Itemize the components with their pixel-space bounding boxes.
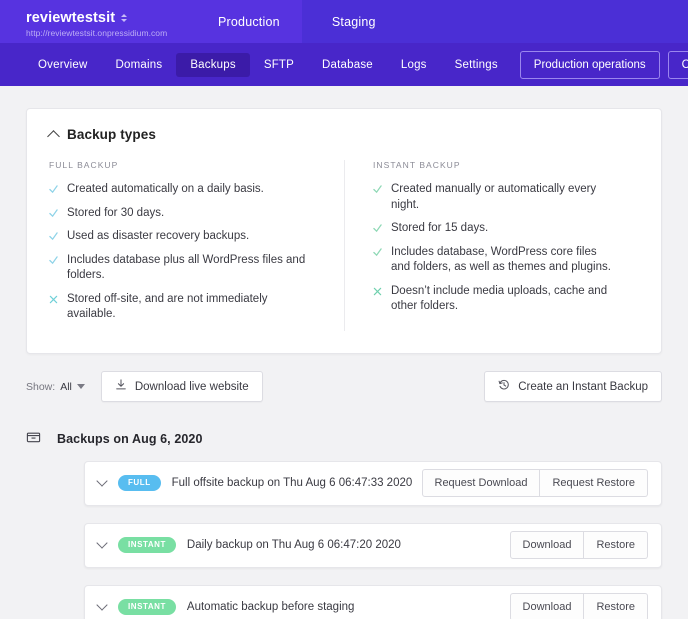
list-item: Includes database plus all WordPress fil… — [49, 253, 318, 284]
list-item: Includes database, WordPress core files … — [373, 245, 613, 276]
instant-backup-heading: INSTANT BACKUP — [373, 160, 461, 170]
list-item-label: Stored for 30 days. — [67, 206, 165, 219]
table-row[interactable]: FULL Full offsite backup on Thu Aug 6 06… — [84, 460, 662, 506]
list-item: Used as disaster recovery backups. — [49, 229, 318, 245]
list-item-label: Created automatically on a daily basis. — [67, 183, 264, 195]
instant-backup-list: Created manually or automatically every … — [373, 182, 613, 315]
page-title: Backup types — [67, 127, 156, 142]
list-item: Doesn’t include media uploads, cache and… — [373, 284, 613, 315]
row-actions: Download Restore — [509, 593, 648, 619]
production-operations-button[interactable]: Production operations — [519, 50, 660, 79]
check-icon — [49, 255, 58, 284]
row-actions: Request Download Request Restore — [421, 469, 648, 497]
site-url: http://reviewtestsit.onpressidium.com — [26, 28, 168, 38]
create-instant-backup-button[interactable]: Create an Instant Backup — [484, 371, 662, 402]
create-instant-backup-label: Create an Instant Backup — [518, 380, 648, 393]
site-name-row: reviewtestsit — [26, 10, 196, 26]
top-header: reviewtestsit http://reviewtestsit.onpre… — [0, 0, 688, 43]
status-badge: INSTANT — [118, 599, 176, 615]
list-item-label: Includes database plus all WordPress fil… — [67, 253, 306, 282]
list-item-label: Doesn’t include media uploads, cache and… — [391, 284, 608, 313]
nav-item-sftp[interactable]: SFTP — [250, 53, 308, 77]
site-name: reviewtestsit — [26, 10, 116, 26]
toolbar-right: Create an Instant Backup — [484, 371, 662, 402]
nav-item-logs[interactable]: Logs — [387, 53, 441, 77]
check-icon — [49, 232, 58, 245]
site-switcher[interactable]: reviewtestsit http://reviewtestsit.onpre… — [0, 0, 196, 43]
download-button[interactable]: Download — [509, 593, 585, 619]
check-icon — [373, 247, 382, 276]
row-actions: Download Restore — [509, 531, 648, 559]
table-row[interactable]: INSTANT Automatic backup before staging … — [84, 584, 662, 619]
cross-icon — [373, 287, 382, 315]
list-item: Created automatically on a daily basis. — [49, 182, 318, 198]
list-item-label: Stored for 15 days. — [391, 222, 489, 234]
nav-item-backups[interactable]: Backups — [176, 52, 250, 77]
backups-toolbar: Show: All Download live website Create a… — [26, 371, 662, 402]
backup-rows-aug-6: FULL Full offsite backup on Thu Aug 6 06… — [26, 460, 662, 619]
request-restore-button[interactable]: Request Restore — [540, 469, 648, 497]
history-clock-icon — [498, 379, 510, 394]
list-item: Stored off-site, and are not immediately… — [49, 292, 318, 323]
cross-icon — [49, 295, 58, 323]
show-filter-label: Show: — [26, 380, 56, 393]
instant-backup-column: INSTANT BACKUP Created manually or autom… — [344, 160, 639, 331]
full-backup-heading: FULL BACKUP — [49, 160, 119, 170]
download-icon — [115, 379, 127, 394]
list-item-label: Used as disaster recovery backups. — [67, 230, 250, 242]
env-tab-staging[interactable]: Staging — [302, 0, 406, 43]
download-live-website-label: Download live website — [134, 380, 249, 393]
backup-description: Full offsite backup on Thu Aug 6 06:47:3… — [171, 477, 413, 489]
request-download-button[interactable]: Request Download — [421, 469, 541, 497]
chevron-down-icon[interactable] — [96, 537, 108, 549]
table-row[interactable]: INSTANT Daily backup on Thu Aug 6 06:47:… — [84, 522, 662, 568]
status-badge: FULL — [118, 475, 161, 491]
archive-box-icon — [26, 429, 41, 449]
backup-description: Daily backup on Thu Aug 6 06:47:20 2020 — [186, 539, 401, 551]
restore-button[interactable]: Restore — [584, 593, 648, 619]
check-icon — [49, 185, 58, 198]
up-down-chevron-icon[interactable] — [121, 14, 128, 22]
toolbar-left: Show: All Download live website — [26, 371, 263, 402]
backup-group-header: Backups on Aug 6, 2020 — [26, 429, 662, 449]
restore-button[interactable]: Restore — [584, 531, 648, 559]
nav-item-overview[interactable]: Overview — [24, 53, 102, 77]
cloning-tool-button[interactable]: Cloning Tool — [667, 50, 688, 79]
list-item: Created manually or automatically every … — [373, 182, 613, 213]
check-icon — [49, 208, 58, 222]
caret-down-icon[interactable] — [76, 384, 85, 389]
show-filter-value[interactable]: All — [60, 381, 72, 393]
backup-types-columns: FULL BACKUP Created automatically on a d… — [49, 160, 639, 331]
nav-item-settings[interactable]: Settings — [441, 53, 512, 77]
list-item-label: Stored off-site, and are not immediately… — [67, 292, 268, 321]
backup-types-panel: Backup types FULL BACKUP Created automat… — [26, 108, 662, 354]
backup-description: Automatic backup before staging — [186, 601, 355, 613]
backup-group-date: Backups on Aug 6, 2020 — [57, 431, 203, 446]
full-backup-column: FULL BACKUP Created automatically on a d… — [49, 160, 344, 331]
chevron-up-icon[interactable] — [47, 129, 60, 143]
main-navigation: Overview Domains Backups SFTP Database L… — [0, 43, 688, 86]
chevron-down-icon[interactable] — [96, 475, 108, 487]
page-content: Backup types FULL BACKUP Created automat… — [0, 86, 688, 619]
nav-item-domains[interactable]: Domains — [102, 53, 177, 77]
full-backup-list: Created automatically on a daily basis. … — [49, 182, 318, 323]
chevron-down-icon[interactable] — [96, 599, 108, 611]
nav-item-database[interactable]: Database — [308, 53, 387, 77]
list-item: Stored for 30 days. — [49, 206, 318, 222]
env-tab-production[interactable]: Production — [196, 0, 302, 43]
check-icon — [373, 224, 382, 237]
backup-types-header[interactable]: Backup types — [47, 127, 639, 143]
list-item-label: Includes database, WordPress core files … — [391, 245, 611, 274]
list-item-label: Created manually or automatically every … — [391, 183, 597, 211]
download-button[interactable]: Download — [509, 531, 585, 559]
list-item: Stored for 15 days. — [373, 221, 613, 237]
check-icon — [373, 185, 382, 213]
download-live-website-button[interactable]: Download live website — [100, 371, 263, 402]
status-badge: INSTANT — [118, 537, 176, 553]
